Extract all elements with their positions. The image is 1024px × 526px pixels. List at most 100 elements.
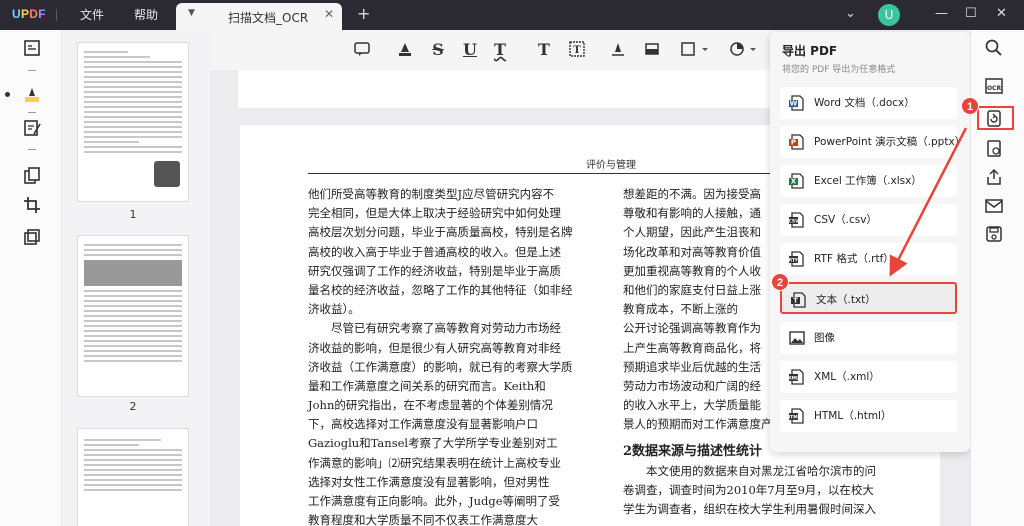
excel-icon: X xyxy=(788,172,806,190)
maximize-icon[interactable]: ☐ xyxy=(965,6,977,21)
export-format-txt[interactable]: T 文本（.txt） xyxy=(780,282,957,314)
tab-close-icon[interactable]: ✕ xyxy=(324,7,334,21)
export-format-powerpoint[interactable]: P PowerPoint 演示文稿（.pptx） xyxy=(780,126,965,158)
strikethrough-icon[interactable]: S xyxy=(428,40,448,60)
page-thumbnail[interactable] xyxy=(77,235,189,397)
highlight-icon[interactable] xyxy=(395,40,415,60)
svg-text:HTML: HTML xyxy=(788,415,801,421)
eraser-icon[interactable] xyxy=(642,40,662,60)
protect-icon[interactable] xyxy=(984,138,1004,158)
export-format-xml[interactable]: XML XML（.xml） xyxy=(780,361,957,393)
squiggly-icon[interactable]: T xyxy=(490,40,510,60)
comment-tool-icon[interactable] xyxy=(22,85,42,105)
csv-icon: CSV xyxy=(788,211,806,229)
page-thumbnail[interactable] xyxy=(77,428,189,526)
svg-text:OCR: OCR xyxy=(987,85,1002,92)
annotation-toolbar: S U T T T xyxy=(210,30,770,70)
export-format-csv[interactable]: CSV CSV（.csv） xyxy=(780,204,957,236)
close-window-icon[interactable]: ✕ xyxy=(996,6,1007,21)
text-line: 作满意的影响」⑵研究结果表明在统计上高校专业 xyxy=(308,455,561,470)
svg-text:W: W xyxy=(790,100,798,108)
svg-text:T: T xyxy=(793,297,798,305)
export-format-image[interactable]: 图像 xyxy=(780,322,957,354)
image-icon xyxy=(788,329,806,347)
thumbnail-panel: 1 2 xyxy=(62,30,210,526)
export-panel-title: 导出 PDF xyxy=(782,44,838,58)
layers-icon[interactable] xyxy=(22,227,42,247)
reader-icon[interactable] xyxy=(22,38,42,58)
menu-help[interactable]: 帮助 xyxy=(134,6,158,23)
shape-dropdown-icon[interactable] xyxy=(680,40,716,60)
export-format-html[interactable]: HTML HTML（.html） xyxy=(780,400,957,432)
menu-file[interactable]: 文件 xyxy=(80,6,104,23)
text-line: 他们所受高等教育的制度类型J应尽管研究内容不 xyxy=(308,187,555,201)
chevron-down-icon[interactable]: ⌄ xyxy=(845,6,856,21)
mail-icon[interactable] xyxy=(984,196,1004,216)
text-line: 本文使用的数据来自对黑龙江省哈尔滨市的问 xyxy=(623,463,876,478)
powerpoint-icon: P xyxy=(788,133,806,151)
ocr-icon[interactable]: OCR xyxy=(984,76,1004,96)
page-thumbnail[interactable] xyxy=(77,42,189,202)
export-format-label: 文本（.txt） xyxy=(816,294,876,306)
pencil-icon[interactable] xyxy=(608,40,628,60)
export-format-excel[interactable]: X Excel 工作簿（.xlsx） xyxy=(780,165,957,197)
export-format-label: XML（.xml） xyxy=(814,371,880,383)
text-line: 量和工作满意度之间关系的研究而言。Keith和 xyxy=(308,378,546,393)
text-line: 工作满意度有正向影响。此外，Judge等阐明了受 xyxy=(308,494,561,508)
comment-icon[interactable] xyxy=(352,40,372,60)
text-line: 尽管已有研究考察了高等教育对劳动力市场经 xyxy=(308,321,561,336)
title-separator xyxy=(56,9,57,21)
export-format-rtf[interactable]: RTF RTF 格式（.rtf） xyxy=(780,243,957,275)
crop-icon[interactable] xyxy=(22,195,42,215)
text-line: 济收益的影响，但是很少有人研究高等教育对非经 xyxy=(308,340,561,355)
edit-pdf-icon[interactable] xyxy=(22,118,42,138)
new-tab-icon[interactable]: + xyxy=(357,4,370,23)
svg-text:P: P xyxy=(791,139,796,147)
search-icon[interactable] xyxy=(984,38,1004,58)
xml-icon: XML xyxy=(788,368,806,386)
underline-icon[interactable]: U xyxy=(460,40,480,60)
text-line: 济收益）。 xyxy=(308,302,360,317)
svg-text:X: X xyxy=(791,178,797,186)
text-line: 高校的收入高于毕业于普通高校的收入。但是上述 xyxy=(308,244,561,259)
sticker-dropdown-icon[interactable] xyxy=(728,40,764,60)
export-format-label: Word 文档（.docx） xyxy=(814,97,915,109)
export-format-label: RTF 格式（.rtf） xyxy=(814,253,894,265)
document-tab[interactable]: ▼ 扫描文档_OCR ✕ xyxy=(176,3,342,30)
title-bar: UPDF 文件 帮助 ▼ 扫描文档_OCR ✕ + ⌄ U — ☐ ✕ xyxy=(0,0,1024,30)
text-line: 济收益（工作满意度）的影响，就已有的考察大学质 xyxy=(308,359,573,374)
step-2-badge: 2 xyxy=(771,273,789,291)
page-number: 1 xyxy=(129,208,137,221)
left-column: 他们所受高等教育的制度类型J应尽管研究内容不 完全相同，但是大体上取决于经验研究中… xyxy=(308,185,573,526)
text-icon[interactable]: T xyxy=(534,40,554,60)
html-icon: HTML xyxy=(786,407,806,425)
text-line: 完全相同，但是大体上取决于经验研究中如何处理 xyxy=(308,206,561,221)
text-line: 学生为调查者，组织在校大学生利用暑假时间深入 xyxy=(623,502,876,516)
running-head: 评价与管理 xyxy=(586,160,636,171)
text-line: 量名校的经济收益，忽略了工作的其他特征（如非经 xyxy=(308,282,573,297)
text-line: 教育程度和大学质量不同不仅表工作满意度大 xyxy=(308,513,538,526)
export-format-word[interactable]: W Word 文档（.docx） xyxy=(780,87,957,119)
share-icon[interactable] xyxy=(984,167,1004,187)
export-format-label: CSV（.csv） xyxy=(814,214,877,226)
save-icon[interactable] xyxy=(984,224,1004,244)
export-pdf-icon[interactable] xyxy=(984,108,1004,128)
text-line: 卷调查，调查时间为2010年7月至9月，以在校大 xyxy=(623,482,874,497)
avatar[interactable]: U xyxy=(878,4,900,26)
text-line: Gazioglu和Tansel考察了大学所学专业差别对工 xyxy=(308,436,558,451)
text-line: 高校层次划分问题，毕业于高质量高校，特别是名牌 xyxy=(308,225,573,240)
tab-caret-icon[interactable]: ▼ xyxy=(188,8,195,18)
export-format-label: PowerPoint 演示文稿（.pptx） xyxy=(814,136,966,148)
minimize-icon[interactable]: — xyxy=(935,6,948,21)
export-panel-subtitle: 将您的 PDF 导出为任意格式 xyxy=(782,65,896,75)
page-number: 2 xyxy=(129,400,137,413)
rtf-icon: RTF xyxy=(788,250,806,268)
export-format-label: Excel 工作簿（.xlsx） xyxy=(814,175,922,187)
rail-divider xyxy=(28,70,36,71)
organize-pages-icon[interactable] xyxy=(22,166,42,186)
textbox-icon[interactable]: T xyxy=(567,40,587,60)
txt-icon: T xyxy=(790,291,808,309)
text-line: 下，高校选择对工作满意度没有显著影响户口 xyxy=(308,417,538,432)
svg-text:CSV: CSV xyxy=(788,219,799,225)
export-format-label: HTML（.html） xyxy=(814,410,892,422)
